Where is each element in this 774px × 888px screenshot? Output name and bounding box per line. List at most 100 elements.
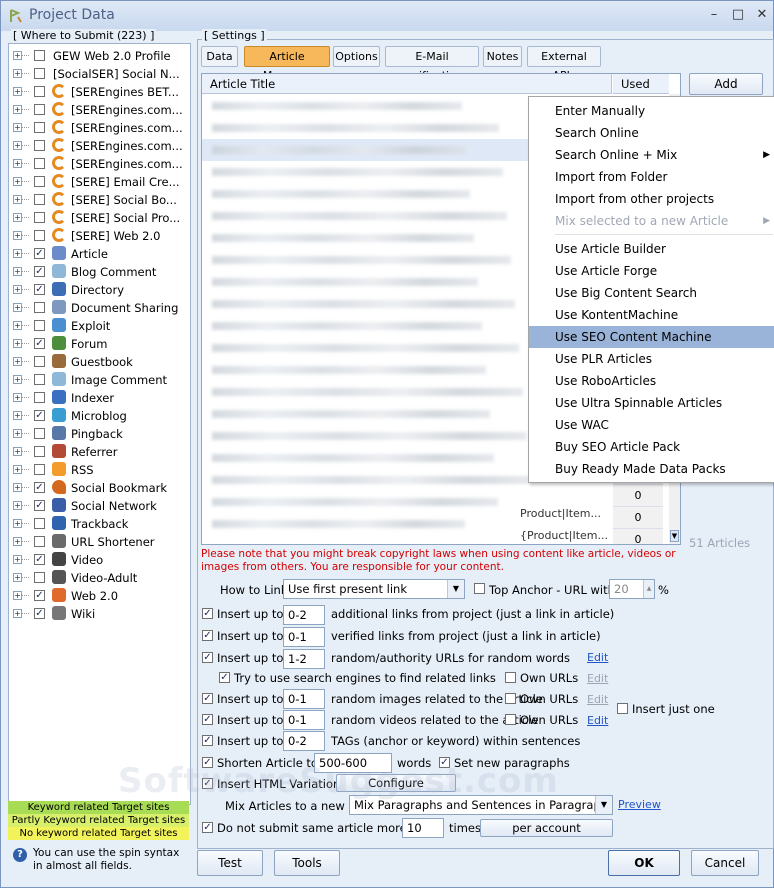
per-account-button[interactable]: per account xyxy=(480,819,613,837)
verified-links-input[interactable]: 0-1 xyxy=(283,627,325,647)
engine-tree[interactable]: + GEW Web 2.0 Profile + [SocialSER] Social … xyxy=(8,43,191,805)
menu-item-use-roboarticles[interactable]: Use RoboArticles xyxy=(529,370,774,392)
tree-item-checkbox[interactable]: ✓ xyxy=(34,266,45,277)
tree-item[interactable]: + Trackback xyxy=(9,514,190,532)
tree-item[interactable]: + [SocialSER] Social N... xyxy=(9,64,190,82)
menu-item-import-from-folder[interactable]: Import from Folder xyxy=(529,166,774,188)
own-urls-checkbox-3[interactable] xyxy=(505,714,516,725)
project-links-checkbox[interactable]: ✓ xyxy=(202,608,213,619)
images-edit-link[interactable]: Edit xyxy=(587,693,608,706)
tree-item-checkbox[interactable]: ✓ xyxy=(34,248,45,259)
tree-item[interactable]: + ✓ Video xyxy=(9,550,190,568)
tree-item[interactable]: + Guestbook xyxy=(9,352,190,370)
tab-options[interactable]: Options xyxy=(333,46,380,67)
tree-item[interactable]: + ✓ Article xyxy=(9,244,190,262)
menu-item-search-online[interactable]: Search Online xyxy=(529,122,774,144)
column-header-article-title[interactable]: Article Title xyxy=(202,74,612,94)
menu-item-use-wac[interactable]: Use WAC xyxy=(529,414,774,436)
own-urls-checkbox-2[interactable] xyxy=(505,693,516,704)
tree-item[interactable]: + URL Shortener xyxy=(9,532,190,550)
tree-item[interactable]: + ✓ Microblog xyxy=(9,406,190,424)
tree-item[interactable]: + [SERE] Email Cre... xyxy=(9,172,190,190)
tree-item[interactable]: + Pingback xyxy=(9,424,190,442)
how-to-link-select[interactable]: Use first present link ▼ xyxy=(283,579,465,599)
maximize-icon[interactable]: □ xyxy=(729,7,747,23)
tree-item-checkbox[interactable]: ✓ xyxy=(34,554,45,565)
tree-item-checkbox[interactable] xyxy=(34,356,45,367)
tab-article-manager[interactable]: Article Manager xyxy=(244,46,330,82)
menu-item-use-big-content-search[interactable]: Use Big Content Search xyxy=(529,282,774,304)
tree-item[interactable]: + [SERE] Social Bo... xyxy=(9,190,190,208)
tree-item-checkbox[interactable] xyxy=(34,86,45,97)
tree-item[interactable]: + Exploit xyxy=(9,316,190,334)
menu-item-buy-seo-article-pack[interactable]: Buy SEO Article Pack xyxy=(529,436,774,458)
tree-item-checkbox[interactable] xyxy=(34,122,45,133)
tags-checkbox[interactable]: ✓ xyxy=(202,735,213,746)
tab-data[interactable]: Data xyxy=(201,46,238,67)
tree-item[interactable]: + RSS xyxy=(9,460,190,478)
tree-item[interactable]: + Image Comment xyxy=(9,370,190,388)
tree-item[interactable]: + [SERE] Social Pro... xyxy=(9,208,190,226)
project-links-input[interactable]: 0-2 xyxy=(283,605,325,625)
insert-just-one-checkbox[interactable] xyxy=(617,703,628,714)
menu-item-use-article-builder[interactable]: Use Article Builder xyxy=(529,238,774,260)
tree-item-checkbox[interactable] xyxy=(34,536,45,547)
tree-item[interactable]: + [SEREngines.com... xyxy=(9,154,190,172)
do-not-submit-checkbox[interactable]: ✓ xyxy=(202,822,213,833)
tab-external-apis[interactable]: External APIs xyxy=(527,46,601,82)
search-engines-edit-link[interactable]: Edit xyxy=(587,672,608,685)
tree-item-checkbox[interactable]: ✓ xyxy=(34,284,45,295)
tree-item-checkbox[interactable]: ✓ xyxy=(34,500,45,511)
images-input[interactable]: 0-1 xyxy=(283,689,325,709)
tree-item[interactable]: + ✓ Social Bookmark xyxy=(9,478,190,496)
tree-item-checkbox[interactable]: ✓ xyxy=(34,482,45,493)
tree-item[interactable]: + Document Sharing xyxy=(9,298,190,316)
add-article-button[interactable]: Add xyxy=(689,73,763,95)
menu-item-enter-manually[interactable]: Enter Manually xyxy=(529,100,774,122)
tree-item-checkbox[interactable] xyxy=(34,212,45,223)
verified-links-checkbox[interactable]: ✓ xyxy=(202,630,213,641)
tools-button[interactable]: Tools xyxy=(274,850,340,876)
tags-input[interactable]: 0-2 xyxy=(283,731,325,751)
tree-item[interactable]: + ✓ Directory xyxy=(9,280,190,298)
minimize-icon[interactable]: – xyxy=(705,7,723,23)
tree-item-checkbox[interactable] xyxy=(34,572,45,583)
tree-item-checkbox[interactable]: ✓ xyxy=(34,410,45,421)
menu-item-use-ultra-spinnable-articles[interactable]: Use Ultra Spinnable Articles xyxy=(529,392,774,414)
tree-item-checkbox[interactable] xyxy=(34,320,45,331)
tree-item-checkbox[interactable] xyxy=(34,104,45,115)
tree-item-checkbox[interactable]: ✓ xyxy=(34,608,45,619)
do-not-submit-input[interactable]: 10 xyxy=(402,818,444,838)
tree-item[interactable]: + ✓ Wiki xyxy=(9,604,190,622)
menu-item-buy-ready-made-data-packs[interactable]: Buy Ready Made Data Packs xyxy=(529,458,774,480)
close-icon[interactable]: ✕ xyxy=(753,7,771,23)
own-urls-checkbox-1[interactable] xyxy=(505,672,516,683)
tree-item[interactable]: + [SEREngines BET... xyxy=(9,82,190,100)
tree-item[interactable]: + GEW Web 2.0 Profile xyxy=(9,46,190,64)
tree-item-checkbox[interactable] xyxy=(34,518,45,529)
ok-button[interactable]: OK xyxy=(608,850,680,876)
tree-item-checkbox[interactable] xyxy=(34,464,45,475)
scroll-down-icon[interactable]: ▼ xyxy=(670,530,679,542)
tree-item-checkbox[interactable] xyxy=(34,392,45,403)
tree-item[interactable]: + [SEREngines.com... xyxy=(9,136,190,154)
tree-item-checkbox[interactable] xyxy=(34,68,45,79)
tab-notes[interactable]: Notes xyxy=(483,46,522,67)
tree-item-checkbox[interactable] xyxy=(34,50,45,61)
tree-item[interactable]: + ✓ Forum xyxy=(9,334,190,352)
authority-urls-checkbox[interactable]: ✓ xyxy=(202,652,213,663)
menu-item-use-kontentmachine[interactable]: Use KontentMachine xyxy=(529,304,774,326)
cancel-button[interactable]: Cancel xyxy=(691,850,759,876)
tree-item-checkbox[interactable] xyxy=(34,158,45,169)
tree-item-checkbox[interactable] xyxy=(34,176,45,187)
spinner-icon[interactable]: ▲ xyxy=(643,580,654,598)
tree-item[interactable]: + [SERE] Web 2.0 xyxy=(9,226,190,244)
tree-item[interactable]: + Video-Adult xyxy=(9,568,190,586)
tree-item[interactable]: + ✓ Web 2.0 xyxy=(9,586,190,604)
tree-item-checkbox[interactable] xyxy=(34,140,45,151)
images-checkbox[interactable]: ✓ xyxy=(202,693,213,704)
videos-edit-link[interactable]: Edit xyxy=(587,714,608,727)
tree-item-checkbox[interactable] xyxy=(34,230,45,241)
menu-item-use-plr-articles[interactable]: Use PLR Articles xyxy=(529,348,774,370)
search-engines-checkbox[interactable]: ✓ xyxy=(219,672,230,683)
